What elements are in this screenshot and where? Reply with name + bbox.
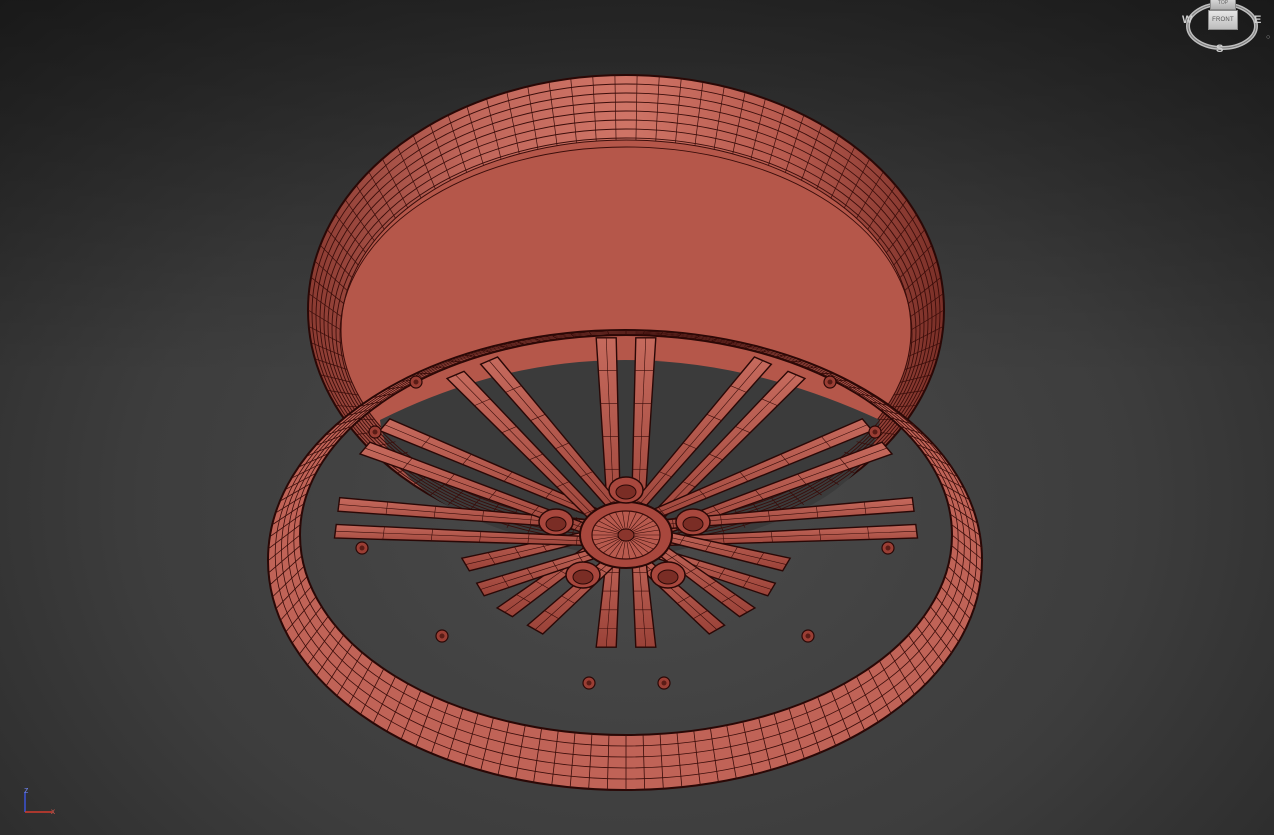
z-axis-label: z (24, 785, 29, 795)
compass-south[interactable]: S (1216, 43, 1223, 55)
lug-hole (608, 476, 644, 504)
viewcube-top-face[interactable]: TOP (1210, 0, 1236, 10)
viewcube[interactable]: TOP FRONT W E S ○ (1176, 0, 1274, 62)
axis-gizmo: z x (18, 784, 62, 818)
3d-viewport[interactable]: TOP FRONT W E S ○ z x (0, 0, 1274, 835)
viewcube-front-face[interactable]: FRONT (1208, 10, 1238, 30)
wheel-rim-mesh[interactable] (0, 0, 1274, 835)
viewcube-menu-icon[interactable]: ○ (1266, 34, 1270, 41)
rim-hub (579, 501, 673, 569)
lug-hole (675, 508, 711, 536)
lug-hole (538, 508, 574, 536)
lug-hole (650, 561, 686, 589)
lug-hole (565, 561, 601, 589)
x-axis-label: x (51, 807, 55, 816)
compass-west[interactable]: W (1182, 14, 1192, 26)
compass-east[interactable]: E (1254, 14, 1261, 26)
